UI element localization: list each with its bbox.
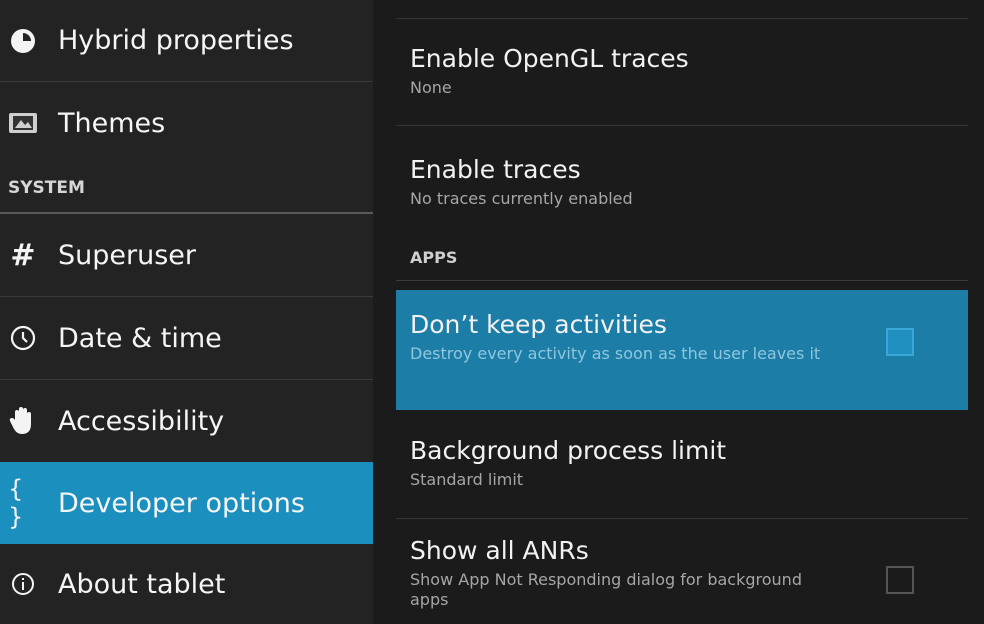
dont-keep-activities-checkbox[interactable]	[886, 328, 914, 356]
hash-icon: #	[10, 237, 36, 273]
themes-icon	[8, 108, 38, 138]
pref-background-process-limit[interactable]: Background process limit Standard limit	[396, 436, 968, 506]
pref-enable-opengl-traces[interactable]: Enable OpenGL traces None	[396, 44, 968, 124]
sidebar-item-label: Date & time	[58, 322, 222, 354]
sidebar-item-label: Developer options	[58, 487, 305, 519]
sidebar-item-superuser[interactable]: # Superuser	[0, 214, 373, 297]
info-icon	[8, 569, 38, 599]
pref-title: Enable OpenGL traces	[410, 44, 689, 73]
pref-summary: None	[410, 78, 452, 97]
divider	[396, 18, 968, 19]
divider	[396, 125, 968, 126]
sidebar-item-label: About tablet	[58, 568, 226, 600]
hybrid-icon	[8, 26, 38, 56]
pref-dont-keep-activities[interactable]: Don’t keep activities Destroy every acti…	[396, 290, 968, 410]
pref-summary: Destroy every activity as soon as the us…	[410, 344, 821, 363]
divider	[396, 518, 968, 519]
pref-title: Don’t keep activities	[410, 310, 667, 339]
sidebar-item-date-time[interactable]: Date & time	[0, 297, 373, 380]
pref-title: Enable traces	[410, 155, 581, 184]
sidebar-item-label: Superuser	[58, 239, 196, 271]
pref-enable-traces[interactable]: Enable traces No traces currently enable…	[396, 155, 968, 225]
pref-title: Show all ANRs	[410, 536, 589, 565]
sidebar-item-themes[interactable]: Themes	[0, 82, 373, 164]
show-all-anrs-checkbox[interactable]	[886, 566, 914, 594]
pref-show-all-anrs[interactable]: Show all ANRs Show App Not Responding di…	[396, 536, 968, 624]
sidebar-item-label: Themes	[58, 107, 166, 139]
sidebar-item-label: Hybrid properties	[58, 25, 294, 56]
sidebar-item-accessibility[interactable]: Accessibility	[0, 380, 373, 462]
sidebar-item-developer-options[interactable]: { } Developer options	[0, 462, 373, 544]
sidebar-item-hybrid-properties[interactable]: Hybrid properties	[0, 0, 373, 82]
pref-summary: Standard limit	[410, 470, 524, 489]
pref-summary: Show App Not Responding dialog for backg…	[410, 570, 802, 609]
divider	[396, 280, 968, 281]
pref-summary: No traces currently enabled	[410, 189, 633, 208]
braces-icon: { }	[8, 475, 24, 531]
section-header-system: SYSTEM	[0, 164, 373, 214]
hand-icon	[8, 406, 38, 436]
clock-icon	[8, 323, 38, 353]
section-header-apps: APPS	[410, 248, 458, 267]
pref-title: Background process limit	[410, 436, 727, 465]
sidebar-item-label: Accessibility	[58, 405, 225, 437]
sidebar-item-about-tablet[interactable]: About tablet	[0, 544, 373, 624]
